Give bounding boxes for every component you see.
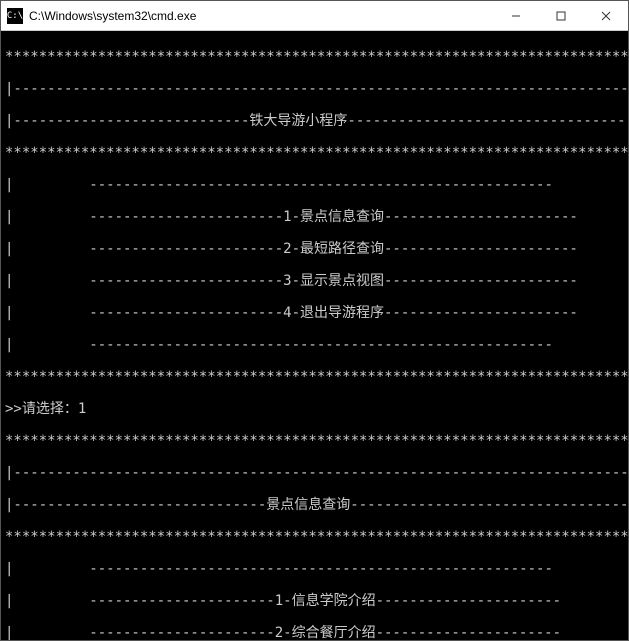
maximize-icon <box>556 11 566 21</box>
prompt-select[interactable]: >>请选择：1 <box>5 401 624 417</box>
menu2-item-1: | ----------------------1-信息学院介绍--------… <box>5 593 624 609</box>
menu1-item-4: | -----------------------4-退出导游程序-------… <box>5 305 624 321</box>
divider-stars: ****************************************… <box>5 145 624 161</box>
box2-top: |---------------------------------------… <box>5 465 624 481</box>
divider-stars: ****************************************… <box>5 49 624 65</box>
title-bar: C:\ C:\Windows\system32\cmd.exe <box>1 1 628 31</box>
menu1-bottom: | --------------------------------------… <box>5 337 624 353</box>
header-box-top: |---------------------------------------… <box>5 81 624 97</box>
menu1-item-3: | -----------------------3-显示景点视图-------… <box>5 273 624 289</box>
prompt-select-label: >>请选择： <box>5 401 78 417</box>
prompt-select-value: 1 <box>78 401 86 417</box>
minimize-button[interactable] <box>493 1 538 31</box>
menu2-top: | --------------------------------------… <box>5 561 624 577</box>
minimize-icon <box>511 11 521 21</box>
maximize-button[interactable] <box>538 1 583 31</box>
divider-stars: ****************************************… <box>5 369 624 385</box>
window-title: C:\Windows\system32\cmd.exe <box>29 9 493 23</box>
divider-stars: ****************************************… <box>5 529 624 545</box>
close-button[interactable] <box>583 1 628 31</box>
console-output: ****************************************… <box>1 31 628 640</box>
close-icon <box>601 11 611 21</box>
menu1-item-2: | -----------------------2-最短路径查询-------… <box>5 241 624 257</box>
app-icon: C:\ <box>7 8 23 24</box>
divider-stars: ****************************************… <box>5 433 624 449</box>
menu1-top: | --------------------------------------… <box>5 177 624 193</box>
box2-title: |------------------------------景点信息查询---… <box>5 497 624 513</box>
menu2-item-2: | ----------------------2-综合餐厅介绍--------… <box>5 625 624 640</box>
menu1-item-1: | -----------------------1-景点信息查询-------… <box>5 209 624 225</box>
header-box-title: |----------------------------铁大导游小程序----… <box>5 113 624 129</box>
